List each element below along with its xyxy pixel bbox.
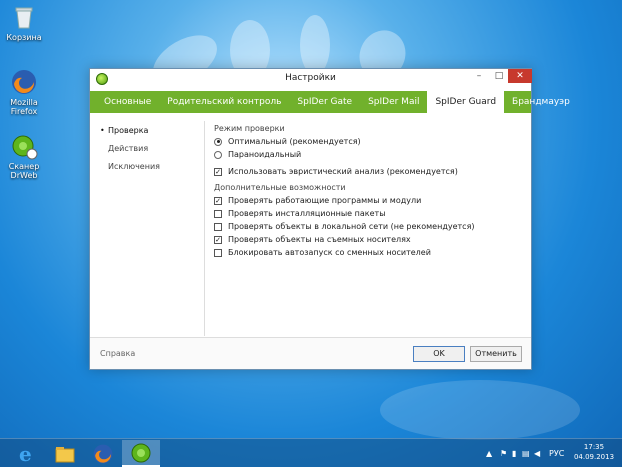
- tab-spider-guard[interactable]: SpIDer Guard: [427, 91, 505, 113]
- tab-spider-mail[interactable]: SpIDer Mail: [360, 91, 427, 113]
- checkbox-network-objects[interactable]: Проверять объекты в локальной сети (не р…: [214, 220, 525, 233]
- taskbar-ie[interactable]: e: [8, 440, 46, 467]
- sidebar-item-label: Исключения: [108, 162, 160, 171]
- window-footer: Справка OK Отменить: [90, 337, 531, 369]
- maximize-button[interactable]: □: [488, 69, 510, 83]
- scan-mode-heading: Режим проверки: [214, 124, 285, 133]
- tray-clock[interactable]: 17:35 04.09.2013: [571, 442, 617, 462]
- drweb-icon: [131, 443, 151, 462]
- cancel-button[interactable]: Отменить: [470, 346, 522, 362]
- firefox-icon: [10, 68, 38, 96]
- taskbar-explorer[interactable]: [46, 440, 84, 467]
- tray-flag-icon[interactable]: ⚑: [500, 439, 507, 467]
- checkbox-block-autorun[interactable]: Блокировать автозапуск со сменных носите…: [214, 246, 525, 259]
- drweb-scanner-icon: [10, 132, 38, 160]
- tab-general[interactable]: Основные: [96, 91, 159, 113]
- ok-button[interactable]: OK: [413, 346, 465, 362]
- checkbox[interactable]: ✓: [214, 167, 222, 176]
- settings-sidebar: • Проверка Действия Исключения: [90, 121, 205, 336]
- radio-label: Оптимальный (рекомендуется): [228, 137, 361, 146]
- sidebar-item-actions[interactable]: Действия: [90, 140, 204, 157]
- recycle-bin-icon: [10, 3, 38, 31]
- svg-text:e: e: [19, 443, 32, 465]
- extra-features-heading: Дополнительные возможности: [214, 183, 346, 192]
- minimize-button[interactable]: –: [468, 69, 490, 83]
- checkbox[interactable]: ✓: [214, 196, 222, 205]
- desktop-icon-recycle-bin[interactable]: Корзина: [0, 3, 48, 42]
- tray-battery-icon[interactable]: ▮: [512, 439, 516, 467]
- language-indicator[interactable]: РУС: [549, 439, 564, 467]
- tab-parental-control[interactable]: Родительский контроль: [159, 91, 289, 113]
- checkbox[interactable]: [214, 209, 222, 218]
- radio-button[interactable]: [214, 137, 222, 146]
- radio-optimal[interactable]: Оптимальный (рекомендуется): [214, 135, 525, 148]
- checkbox-running-programs[interactable]: ✓ Проверять работающие программы и модул…: [214, 194, 525, 207]
- checkbox-label: Проверять объекты на съемных носителях: [228, 235, 411, 244]
- desktop-icon-label: Сканер DrWeb: [8, 162, 40, 180]
- radio-label: Параноидальный: [228, 150, 302, 159]
- wallpaper-shape: [300, 15, 330, 75]
- checkbox-label: Блокировать автозапуск со сменных носите…: [228, 248, 431, 257]
- help-link[interactable]: Справка: [100, 349, 135, 358]
- sidebar-item-exclusions[interactable]: Исключения: [90, 158, 204, 175]
- tray-up-arrow-icon[interactable]: ▲: [486, 439, 492, 467]
- tab-firewall[interactable]: Брандмауэр: [504, 91, 578, 113]
- checkbox-heuristic[interactable]: ✓ Использовать эвристический анализ (рек…: [214, 165, 525, 178]
- desktop-icon-drweb-scanner[interactable]: Сканер DrWeb: [0, 132, 48, 180]
- tab-spider-gate[interactable]: SpIDer Gate: [289, 91, 360, 113]
- settings-window: Настройки – □ ✕ Основные Родительский ко…: [89, 68, 570, 370]
- wallpaper-shape: [380, 380, 580, 440]
- close-button[interactable]: ✕: [508, 69, 532, 83]
- checkbox-install-packages[interactable]: Проверять инсталляционные пакеты: [214, 207, 525, 220]
- checkbox-label: Проверять объекты в локальной сети (не р…: [228, 222, 475, 231]
- explorer-icon: [55, 446, 75, 462]
- taskbar-drweb[interactable]: [122, 440, 160, 467]
- checkbox[interactable]: ✓: [214, 235, 222, 244]
- title-bar[interactable]: Настройки – □ ✕: [90, 69, 532, 89]
- tray-volume-icon[interactable]: ◀: [534, 439, 540, 467]
- desktop-icon-firefox[interactable]: Mozilla Firefox: [0, 68, 48, 116]
- checkbox[interactable]: [214, 222, 222, 231]
- checkbox-removable-media[interactable]: ✓ Проверять объекты на съемных носителях: [214, 233, 525, 246]
- sidebar-item-label: Действия: [108, 144, 149, 153]
- bullet-icon: •: [100, 126, 105, 135]
- sidebar-item-label: Проверка: [108, 126, 149, 135]
- radio-button[interactable]: [214, 150, 222, 159]
- clock-date: 04.09.2013: [573, 453, 615, 461]
- firefox-icon: [93, 444, 113, 463]
- checkbox-label: Использовать эвристический анализ (реком…: [228, 167, 458, 176]
- checkbox-label: Проверять инсталляционные пакеты: [228, 209, 386, 218]
- taskbar: e ▲ ⚑ ▮ ▤ ◀ РУС 17:35 04.09.2013: [0, 438, 622, 467]
- tab-bar: Основные Родительский контроль SpIDer Ga…: [90, 91, 570, 113]
- desktop-icon-label: Mozilla Firefox: [10, 98, 38, 116]
- checkbox-label: Проверять работающие программы и модули: [228, 196, 422, 205]
- radio-paranoid[interactable]: Параноидальный: [214, 148, 525, 161]
- clock-time: 17:35: [583, 443, 605, 451]
- sidebar-item-scan[interactable]: • Проверка: [90, 122, 204, 139]
- checkbox[interactable]: [214, 248, 222, 257]
- window-title: Настройки: [285, 73, 336, 83]
- taskbar-firefox[interactable]: [84, 440, 122, 467]
- tray-network-icon[interactable]: ▤: [522, 439, 530, 467]
- desktop-icon-label: Корзина: [6, 33, 42, 42]
- settings-content: Режим проверки Оптимальный (рекомендуетс…: [214, 123, 525, 259]
- ie-icon: e: [19, 443, 32, 465]
